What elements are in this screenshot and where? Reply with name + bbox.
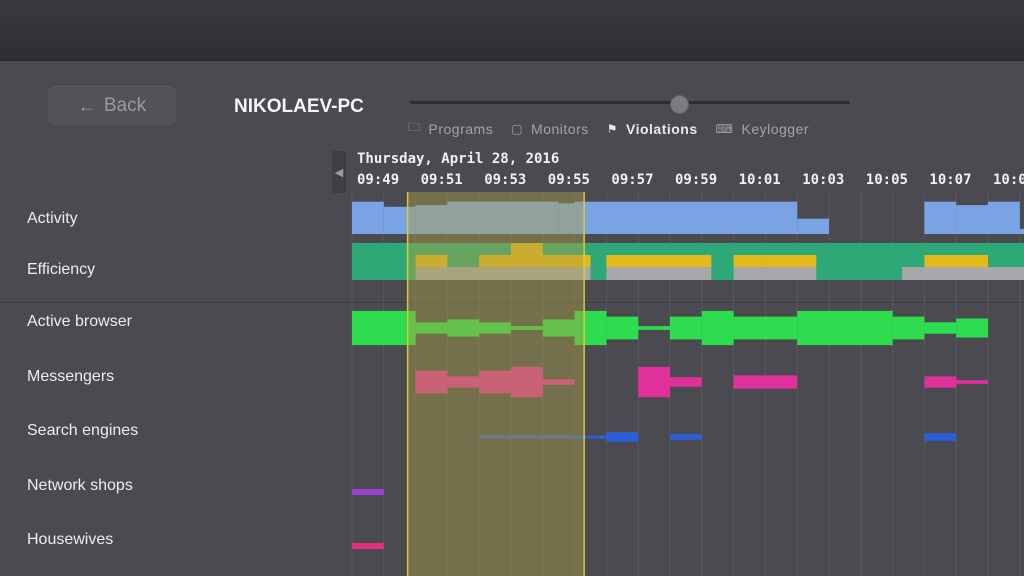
messenger-usage-bar — [924, 376, 957, 388]
activity-bar — [352, 201, 384, 234]
efficiency-segment — [765, 255, 817, 267]
efficiency-segment — [733, 267, 817, 280]
shops-usage-bar — [352, 489, 384, 495]
browser-usage-bar — [701, 310, 734, 346]
messenger-usage-bar — [733, 375, 798, 389]
search-usage-bar — [670, 434, 702, 440]
messenger-usage-bar — [638, 366, 670, 398]
efficiency-segment — [733, 255, 766, 267]
messenger-usage-bar — [670, 377, 702, 387]
browser-usage-bar — [733, 316, 798, 340]
browser-usage-bar — [797, 310, 893, 346]
efficiency-segment — [606, 267, 712, 280]
activity-bar — [924, 201, 957, 234]
activity-bar — [956, 205, 988, 234]
browser-usage-bar — [606, 316, 639, 340]
browser-usage-bar — [638, 326, 670, 330]
browser-usage-bar — [352, 310, 416, 346]
search-usage-bar — [606, 432, 639, 442]
efficiency-segment — [902, 267, 1024, 280]
timeline-chart[interactable] — [0, 0, 1024, 576]
activity-bar — [988, 201, 1020, 234]
browser-usage-bar — [670, 316, 702, 340]
browser-usage-bar — [892, 316, 925, 340]
browser-usage-bar — [924, 322, 957, 334]
activity-bar — [574, 201, 798, 234]
housewives-usage-bar — [352, 543, 384, 549]
messenger-usage-bar — [956, 380, 988, 384]
efficiency-segment — [606, 255, 712, 267]
activity-bar — [797, 218, 829, 234]
efficiency-segment — [924, 255, 988, 267]
selection-range — [407, 192, 585, 576]
search-usage-bar — [924, 433, 957, 441]
browser-usage-bar — [956, 318, 988, 338]
activity-bar — [1019, 228, 1024, 234]
